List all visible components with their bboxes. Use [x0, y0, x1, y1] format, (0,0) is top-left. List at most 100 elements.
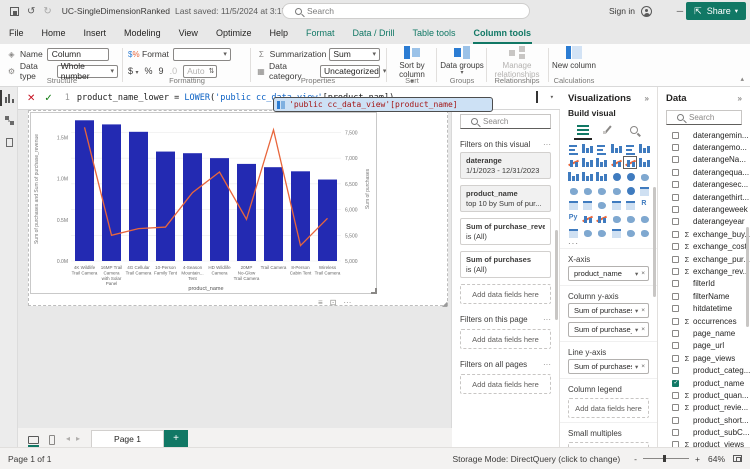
field-checkbox[interactable] — [672, 305, 679, 312]
report-view-button[interactable] — [0, 87, 18, 109]
add-data-fields-dropzone[interactable]: Add data fields here — [460, 329, 551, 349]
pill-chevron-icon[interactable]: ▾ — [635, 307, 638, 315]
field-row[interactable]: daterangeNa... — [658, 154, 750, 166]
zoom-in-icon[interactable]: + — [695, 454, 700, 464]
field-row[interactable]: hitdatetime — [658, 302, 750, 314]
field-row[interactable]: daterangequa... — [658, 166, 750, 178]
field-row[interactable]: page_url — [658, 340, 750, 352]
pill-chevron-icon[interactable]: ▾ — [635, 326, 638, 334]
save-icon[interactable] — [10, 7, 19, 16]
field-checkbox[interactable] — [672, 144, 679, 151]
zoom-slider[interactable] — [643, 458, 689, 459]
viz-type-icon-table[interactable] — [609, 198, 623, 211]
next-page-icon[interactable]: ▸ — [76, 434, 80, 443]
column-bar[interactable] — [75, 120, 94, 261]
field-checkbox[interactable] — [672, 218, 679, 225]
field-checkbox[interactable] — [672, 392, 679, 399]
visualizations-scrollbar[interactable] — [653, 187, 656, 297]
menu-tab-column-tools[interactable]: Column tools — [465, 22, 541, 44]
field-checkbox[interactable] — [672, 243, 679, 250]
field-checkbox[interactable] — [672, 132, 679, 139]
autocomplete-suggestion[interactable]: 'public cc_data_view'[product_name] — [289, 100, 458, 109]
column-bar[interactable] — [102, 124, 121, 261]
field-row[interactable]: Σexchange_buy... — [658, 228, 750, 240]
viz-type-icon-new-card[interactable] — [609, 226, 623, 239]
model-view-button[interactable] — [0, 109, 18, 131]
account-avatar-icon[interactable] — [641, 6, 652, 17]
menu-tab-optimize[interactable]: Optimize — [207, 22, 261, 44]
field-row[interactable]: Σproduct_views — [658, 439, 750, 447]
collapse-ribbon-icon[interactable]: ▴ — [740, 75, 744, 83]
viz-type-icon-paginated-report[interactable] — [566, 226, 580, 239]
field-checkbox[interactable] — [672, 169, 679, 176]
redo-icon[interactable]: ↻ — [43, 6, 51, 17]
field-pill[interactable]: product_name▾× — [568, 266, 649, 281]
menu-tab-help[interactable]: Help — [260, 22, 297, 44]
collapse-pane-icon[interactable]: » — [738, 94, 742, 103]
field-checkbox[interactable] — [672, 330, 679, 337]
viz-type-icon-python-visual[interactable]: Py — [566, 212, 580, 225]
data-scrollbar[interactable] — [746, 227, 749, 327]
visual-resize-handle[interactable] — [371, 288, 377, 294]
clear-filters-icon[interactable]: ··· — [543, 360, 551, 369]
pill-remove-icon[interactable]: × — [641, 307, 645, 314]
field-checkbox[interactable] — [672, 417, 679, 424]
field-checkbox[interactable] — [672, 194, 679, 201]
desktop-layout-icon[interactable] — [28, 436, 39, 444]
field-row[interactable]: page_name — [658, 327, 750, 339]
zoom-out-icon[interactable]: - — [634, 454, 637, 464]
name-field[interactable] — [47, 48, 109, 61]
field-checkbox[interactable] — [672, 380, 679, 387]
field-row[interactable]: filterName — [658, 290, 750, 302]
cancel-formula-icon[interactable]: ✕ — [27, 93, 35, 104]
clear-filters-icon[interactable]: ··· — [543, 140, 551, 149]
menu-tab-insert[interactable]: Insert — [75, 22, 116, 44]
add-data-fields-dropzone[interactable]: Add data fields here — [460, 284, 551, 304]
previous-page-icon[interactable]: ◂ — [66, 434, 70, 443]
share-button[interactable]: ⇱ Share ▾ — [686, 2, 746, 20]
column-bar[interactable] — [318, 180, 337, 261]
viz-type-icon-filled-map[interactable] — [580, 184, 594, 197]
zoom-slider-thumb[interactable] — [663, 455, 666, 462]
viz-type-icon-100-stacked-column-chart[interactable] — [637, 142, 651, 155]
column-bar[interactable] — [264, 167, 283, 261]
field-row[interactable]: product_categ... — [658, 364, 750, 376]
combo-chart-visual[interactable]: 0.0M0.5M1.0M1.5M5,0005,5006,0006,5007,00… — [30, 112, 377, 294]
field-checkbox[interactable] — [672, 181, 679, 188]
commit-formula-icon[interactable]: ✓ — [44, 93, 52, 104]
field-row[interactable]: daterangeweek — [658, 203, 750, 215]
field-checkbox[interactable] — [672, 355, 679, 362]
viz-type-icon-stacked-area-chart[interactable] — [594, 156, 608, 169]
menu-tab-home[interactable]: Home — [33, 22, 75, 44]
field-pill[interactable]: Sum of purchases▾× — [568, 303, 649, 318]
field-checkbox[interactable] — [672, 256, 679, 263]
viz-type-icon-line-and-clustered-column-chart[interactable] — [623, 156, 637, 169]
column-bar[interactable] — [156, 152, 175, 261]
expand-formula-bar-icon[interactable]: ▾ — [550, 93, 554, 101]
field-row[interactable]: daterangethirt... — [658, 191, 750, 203]
viz-type-icon-map[interactable] — [566, 184, 580, 197]
filters-scrollbar[interactable] — [555, 230, 558, 320]
menu-tab-view[interactable]: View — [170, 22, 207, 44]
field-row[interactable]: daterangemo... — [658, 141, 750, 153]
more-visuals-icon[interactable]: ··· — [560, 239, 657, 248]
viz-type-icon-line-and-stacked-column-chart[interactable] — [609, 156, 623, 169]
field-row[interactable]: Σproduct_revie... — [658, 402, 750, 414]
field-row[interactable]: Σproduct_quan... — [658, 389, 750, 401]
collapse-pane-icon[interactable]: » — [645, 94, 649, 103]
field-checkbox[interactable] — [672, 231, 679, 238]
menu-tab-file[interactable]: File — [0, 22, 33, 44]
field-checkbox[interactable] — [672, 318, 679, 325]
storage-mode-label[interactable]: Storage Mode: DirectQuery (click to chan… — [452, 454, 620, 464]
viz-type-icon-smart-narrative[interactable] — [623, 212, 637, 225]
viz-type-icon-ribbon-chart[interactable] — [637, 156, 651, 169]
viz-type-icon-azure-map[interactable] — [609, 184, 623, 197]
viz-type-icon-slicer[interactable] — [594, 198, 608, 211]
dax-autocomplete-popup[interactable]: 'public cc_data_view'[product_name] — [273, 97, 493, 112]
field-row[interactable]: Σoccurrences — [658, 315, 750, 327]
pill-remove-icon[interactable]: × — [641, 270, 645, 277]
page-tab[interactable]: Page 1 — [91, 430, 164, 447]
menu-tab-format[interactable]: Format — [297, 22, 344, 44]
pill-chevron-icon[interactable]: ▾ — [635, 363, 638, 371]
viz-type-icon-qa[interactable] — [609, 212, 623, 225]
